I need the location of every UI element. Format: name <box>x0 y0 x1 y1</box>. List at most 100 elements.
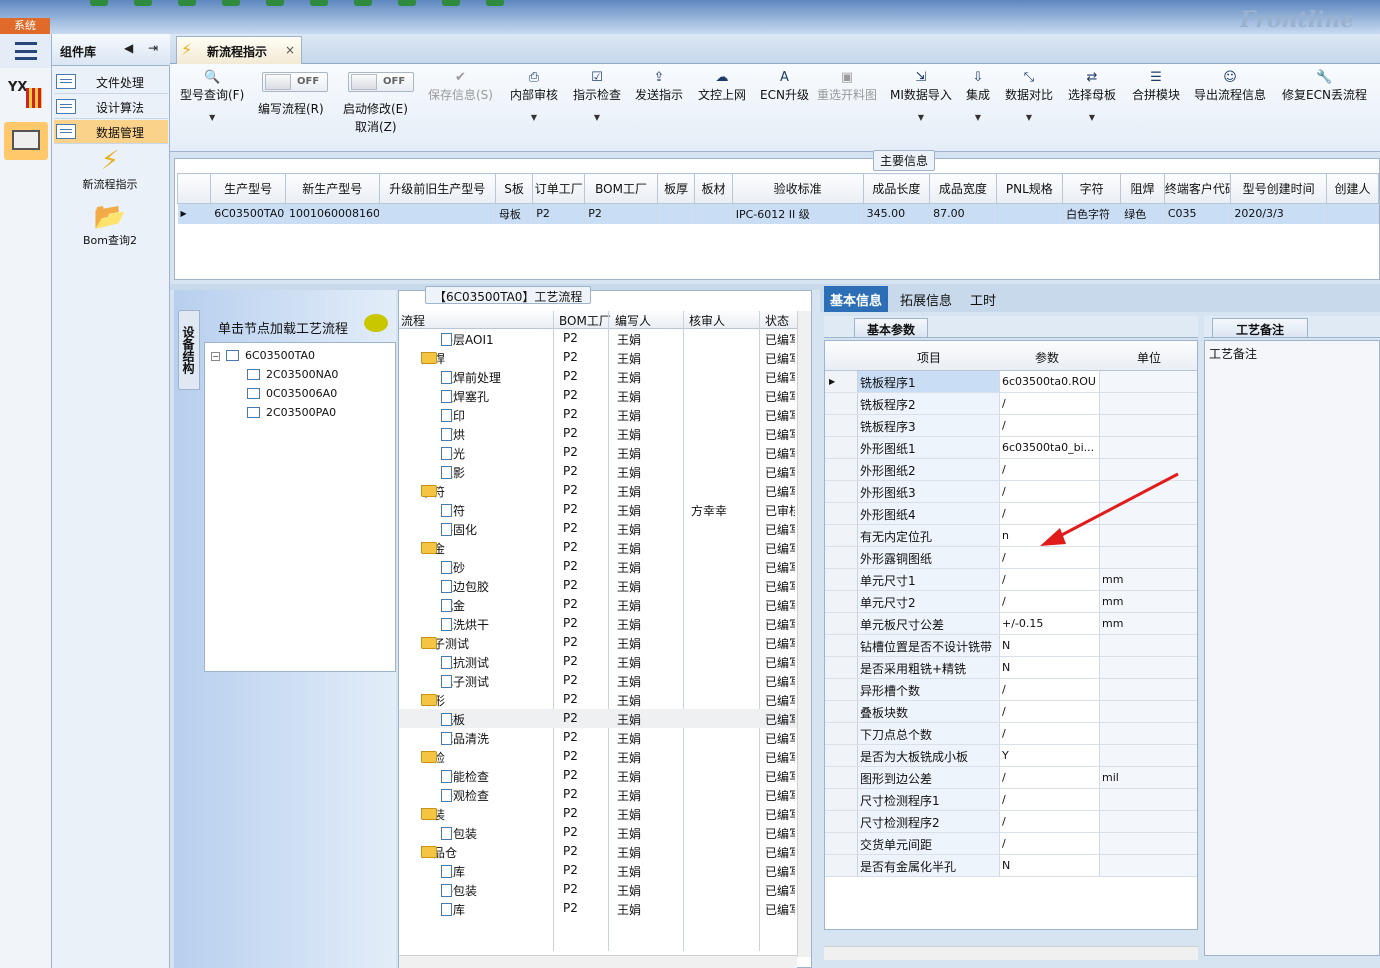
table-row[interactable]: 曝光 P2 王娟 已编写 <box>399 443 797 462</box>
factory-icon[interactable]: YX <box>4 76 48 114</box>
param-value[interactable]: 6c03500ta0.ROU <box>1000 371 1100 392</box>
param-value[interactable]: / <box>1000 547 1100 568</box>
cell-bom[interactable]: P2 <box>563 369 578 383</box>
cell-status[interactable]: 已编写 <box>765 787 795 804</box>
column-header[interactable]: BOM工厂 <box>584 173 658 204</box>
table-row[interactable]: 喷砂 P2 王娟 已编写 <box>399 557 797 576</box>
table-row[interactable]: 出库 P2 王娟 已编写 <box>399 899 797 918</box>
param-value[interactable]: / <box>1000 569 1100 590</box>
cell-bom[interactable]: P2 <box>563 483 578 497</box>
cell-writer[interactable]: 王娟 <box>617 350 641 367</box>
cell-status[interactable]: 已编写 <box>765 863 795 880</box>
param-row[interactable]: 外形图纸2/ <box>825 459 1197 481</box>
column-header[interactable]: 成品长度 <box>862 173 931 204</box>
cell[interactable]: P2 <box>584 203 658 224</box>
column-header[interactable]: 编写人 <box>615 312 651 329</box>
column-header[interactable]: 订单工厂 <box>532 173 586 204</box>
param-value[interactable]: N <box>1000 855 1100 876</box>
send-button[interactable]: ⇪ 发送指示 <box>635 70 683 103</box>
cell-writer[interactable]: 王娟 <box>617 578 641 595</box>
model-query-button[interactable]: 🔍 型号查询(F) ▼ <box>180 70 244 122</box>
mi-import-button[interactable]: ⇲ MI数据导入 ▼ <box>890 70 952 122</box>
column-header[interactable]: 验收标准 <box>731 173 864 204</box>
folder-node[interactable]: −字符 <box>421 483 445 500</box>
column-header[interactable]: 板厚 <box>656 173 696 204</box>
column-header[interactable]: PNL规格 <box>995 173 1064 204</box>
table-row[interactable]: 外观检查 P2 王娟 已编写 <box>399 785 797 804</box>
table-row[interactable]: −外形 P2 王娟 已编写 <box>399 690 797 709</box>
cell-bom[interactable]: P2 <box>563 882 578 896</box>
table-row[interactable]: 字符 P2 王娟 方幸幸 已审核 <box>399 500 797 519</box>
column-header[interactable]: 新生产型号 <box>285 173 380 204</box>
param-value[interactable]: / <box>1000 679 1100 700</box>
cell-writer[interactable]: 王娟 <box>617 521 641 538</box>
param-row[interactable]: 是否有金属化半孔 N <box>825 855 1197 877</box>
cell-writer[interactable]: 王娟 <box>617 540 641 557</box>
cell-bom[interactable]: P2 <box>563 863 578 877</box>
tree-node-child[interactable]: 2C03500PA0 <box>247 406 336 419</box>
cell-status[interactable]: 已编写 <box>765 350 795 367</box>
cell-status[interactable]: 已编写 <box>765 521 795 538</box>
cell-writer[interactable]: 王娟 <box>617 787 641 804</box>
cell-bom[interactable]: P2 <box>563 825 578 839</box>
cell-bom[interactable]: P2 <box>563 749 578 763</box>
new-flow-button[interactable]: ⚡ 新流程指示 <box>52 146 168 198</box>
cell-writer[interactable]: 王娟 <box>617 635 641 652</box>
cell-bom[interactable]: P2 <box>563 901 578 915</box>
cell-bom[interactable]: P2 <box>563 502 578 516</box>
cell-writer[interactable]: 王娟 <box>617 825 641 842</box>
cell-bom[interactable]: P2 <box>563 407 578 421</box>
cell-status[interactable]: 已编写 <box>765 616 795 633</box>
step-node[interactable]: 显影 <box>441 464 465 481</box>
cell-bom[interactable]: P2 <box>563 844 578 858</box>
cell-bom[interactable]: P2 <box>563 426 578 440</box>
vertical-tab-equipment[interactable]: 设备结构 <box>178 310 200 390</box>
compare-button[interactable]: ⤡ 数据对比 ▼ <box>1005 70 1053 122</box>
param-row[interactable]: 下刀点总个数 / <box>825 723 1197 745</box>
cell-status[interactable]: 已编写 <box>765 597 795 614</box>
column-header[interactable]: 创建人 <box>1325 173 1380 204</box>
param-row[interactable]: 外形露铜图纸 / <box>825 547 1197 569</box>
step-node[interactable]: 铣板 <box>441 711 465 728</box>
cell-bom[interactable]: P2 <box>563 730 578 744</box>
cell-status[interactable]: 已编写 <box>765 882 795 899</box>
cell[interactable] <box>379 203 496 224</box>
param-row[interactable]: 外形图纸4/ <box>825 503 1197 525</box>
column-header[interactable]: 字符 <box>1062 173 1122 204</box>
cancel-label[interactable]: 取消(Z) <box>355 118 397 135</box>
calculator-icon[interactable] <box>4 122 48 160</box>
cell-status[interactable]: 已编写 <box>765 692 795 709</box>
cell-status[interactable]: 已编写 <box>765 654 795 671</box>
cell-writer[interactable]: 王娟 <box>617 407 641 424</box>
tab-basic-info[interactable]: 基本信息 <box>824 286 889 312</box>
cell-writer[interactable]: 王娟 <box>617 768 641 785</box>
step-node[interactable]: 阻焊塞孔 <box>441 388 489 405</box>
reselect-drawing-button[interactable]: ▣ 重选开料图 <box>817 70 877 103</box>
cell-writer[interactable]: 王娟 <box>617 464 641 481</box>
table-row[interactable]: 丝印 P2 王娟 已编写 <box>399 405 797 424</box>
cell-writer[interactable]: 王娟 <box>617 331 641 348</box>
param-row[interactable]: 钻槽位置是否不设计铣带 N <box>825 635 1197 657</box>
table-row[interactable]: 外层AOI1 P2 王娟 已编写 <box>399 329 797 348</box>
cell-status[interactable]: 已编写 <box>765 445 795 462</box>
cell-writer[interactable]: 王娟 <box>617 844 641 861</box>
param-row[interactable]: 有无内定位孔 n <box>825 525 1197 547</box>
table-row[interactable]: 入库 P2 王娟 已编写 <box>399 861 797 880</box>
cell-status[interactable]: 已编写 <box>765 806 795 823</box>
cell-status[interactable]: 已编写 <box>765 559 795 576</box>
step-node[interactable]: 阻抗测试 <box>441 654 489 671</box>
param-row[interactable]: 异形槽个数 / <box>825 679 1197 701</box>
cell[interactable] <box>694 203 733 224</box>
cell-bom[interactable]: P2 <box>563 445 578 459</box>
param-row[interactable]: 是否采用粗铣+精铣 N <box>825 657 1197 679</box>
cell[interactable]: 白色字符 <box>1062 203 1122 224</box>
process-horizontal-scrollbar[interactable] <box>399 955 797 968</box>
cell-bom[interactable]: P2 <box>563 540 578 554</box>
step-node[interactable]: 曝光 <box>441 445 465 462</box>
step-node[interactable]: 字符 <box>441 502 465 519</box>
param-value[interactable]: 6c03500ta0_bi... <box>1000 437 1100 458</box>
cell-status[interactable]: 已编写 <box>765 844 795 861</box>
cell-bom[interactable]: P2 <box>563 464 578 478</box>
step-node[interactable]: 功能检查 <box>441 768 489 785</box>
table-row[interactable]: −终检 P2 王娟 已编写 <box>399 747 797 766</box>
